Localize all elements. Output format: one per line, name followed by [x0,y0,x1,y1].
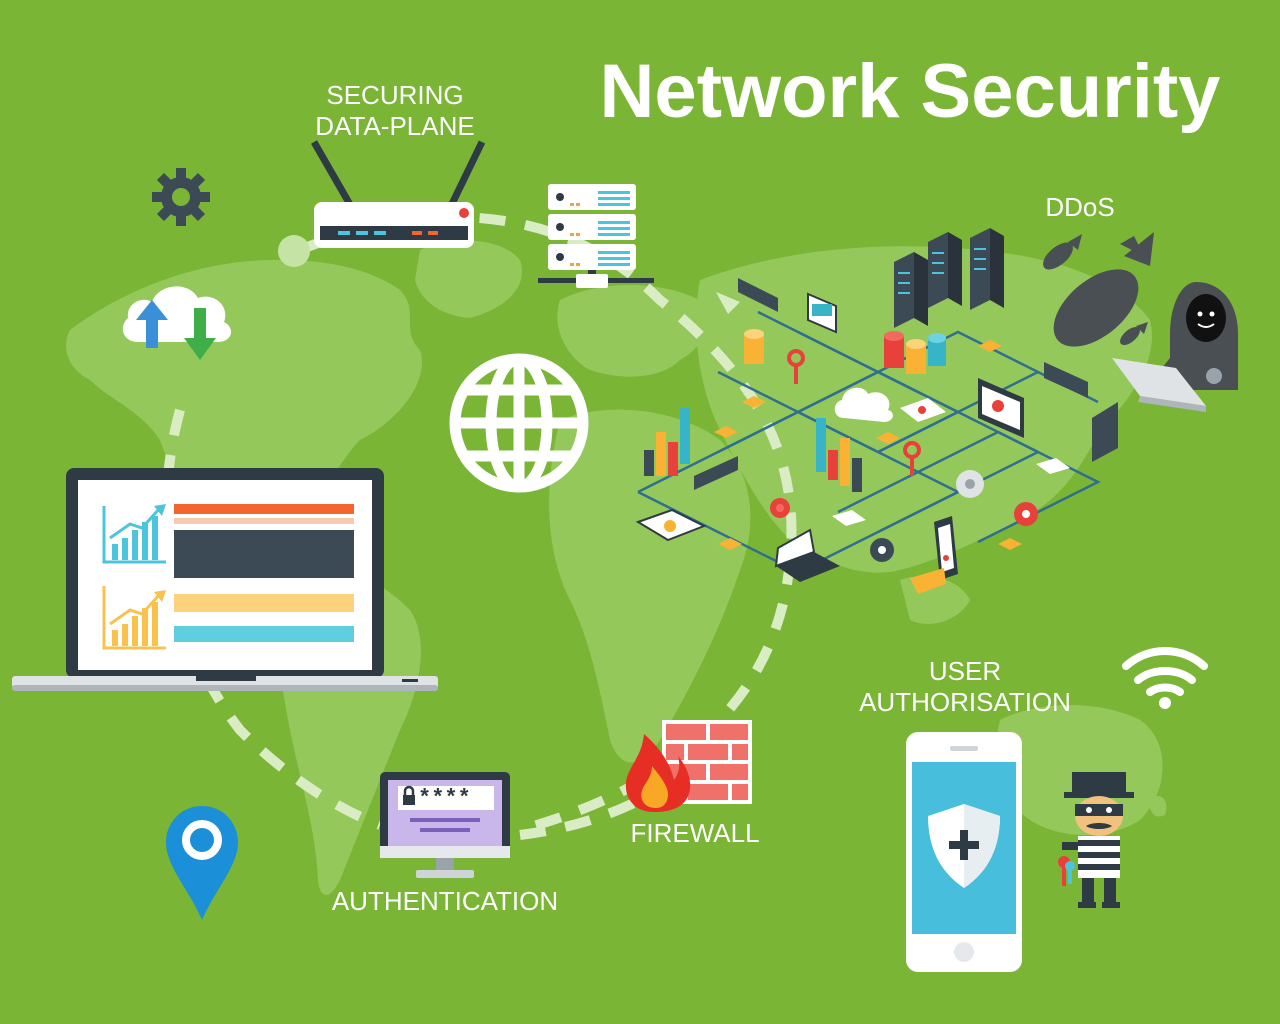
user-authorisation-line1: USER [928,656,1002,686]
arrow-icon [716,292,740,314]
hacker-icon [1112,282,1238,412]
laptop-icon [12,468,438,691]
connector-dot [278,235,310,267]
authentication-label: AUTHENTICATION [331,886,559,916]
coin-stack [744,329,946,374]
gear-icon [152,168,210,226]
server-rack [894,228,1004,328]
router-icon [310,140,486,248]
data-plane-label-line2: DATA-PLANE [315,110,475,141]
cloud-icon [834,387,893,422]
data-plane-label-line1: SECURING [326,80,464,110]
smartphone-shield-icon [906,732,1022,972]
page-title: Network Security [599,49,1221,134]
firewall-icon [625,720,752,812]
password-mask: **** [418,786,471,811]
user-authorisation-line2: AUTHORISATION [859,686,1071,717]
globe-icon [449,353,589,493]
firewall-label: FIREWALL [630,818,760,848]
bar-chart-icon [644,408,862,492]
location-pin-icon [166,806,238,920]
cloud-sync-icon [122,286,232,360]
chip-icon [714,340,1022,550]
user-authorisation-label: USER AUTHORISATION [840,656,1090,717]
data-plane-label: SECURING DATA-PLANE [300,80,490,141]
thief-icon [1058,772,1134,908]
chat-bubble-icon [910,568,946,594]
infographic: Network Security SECURING DATA-PLANE DDo… [0,0,1280,1024]
ddos-label: DDoS [1045,192,1115,222]
wifi-icon [1122,647,1208,709]
isometric-network-icon [635,228,1118,594]
